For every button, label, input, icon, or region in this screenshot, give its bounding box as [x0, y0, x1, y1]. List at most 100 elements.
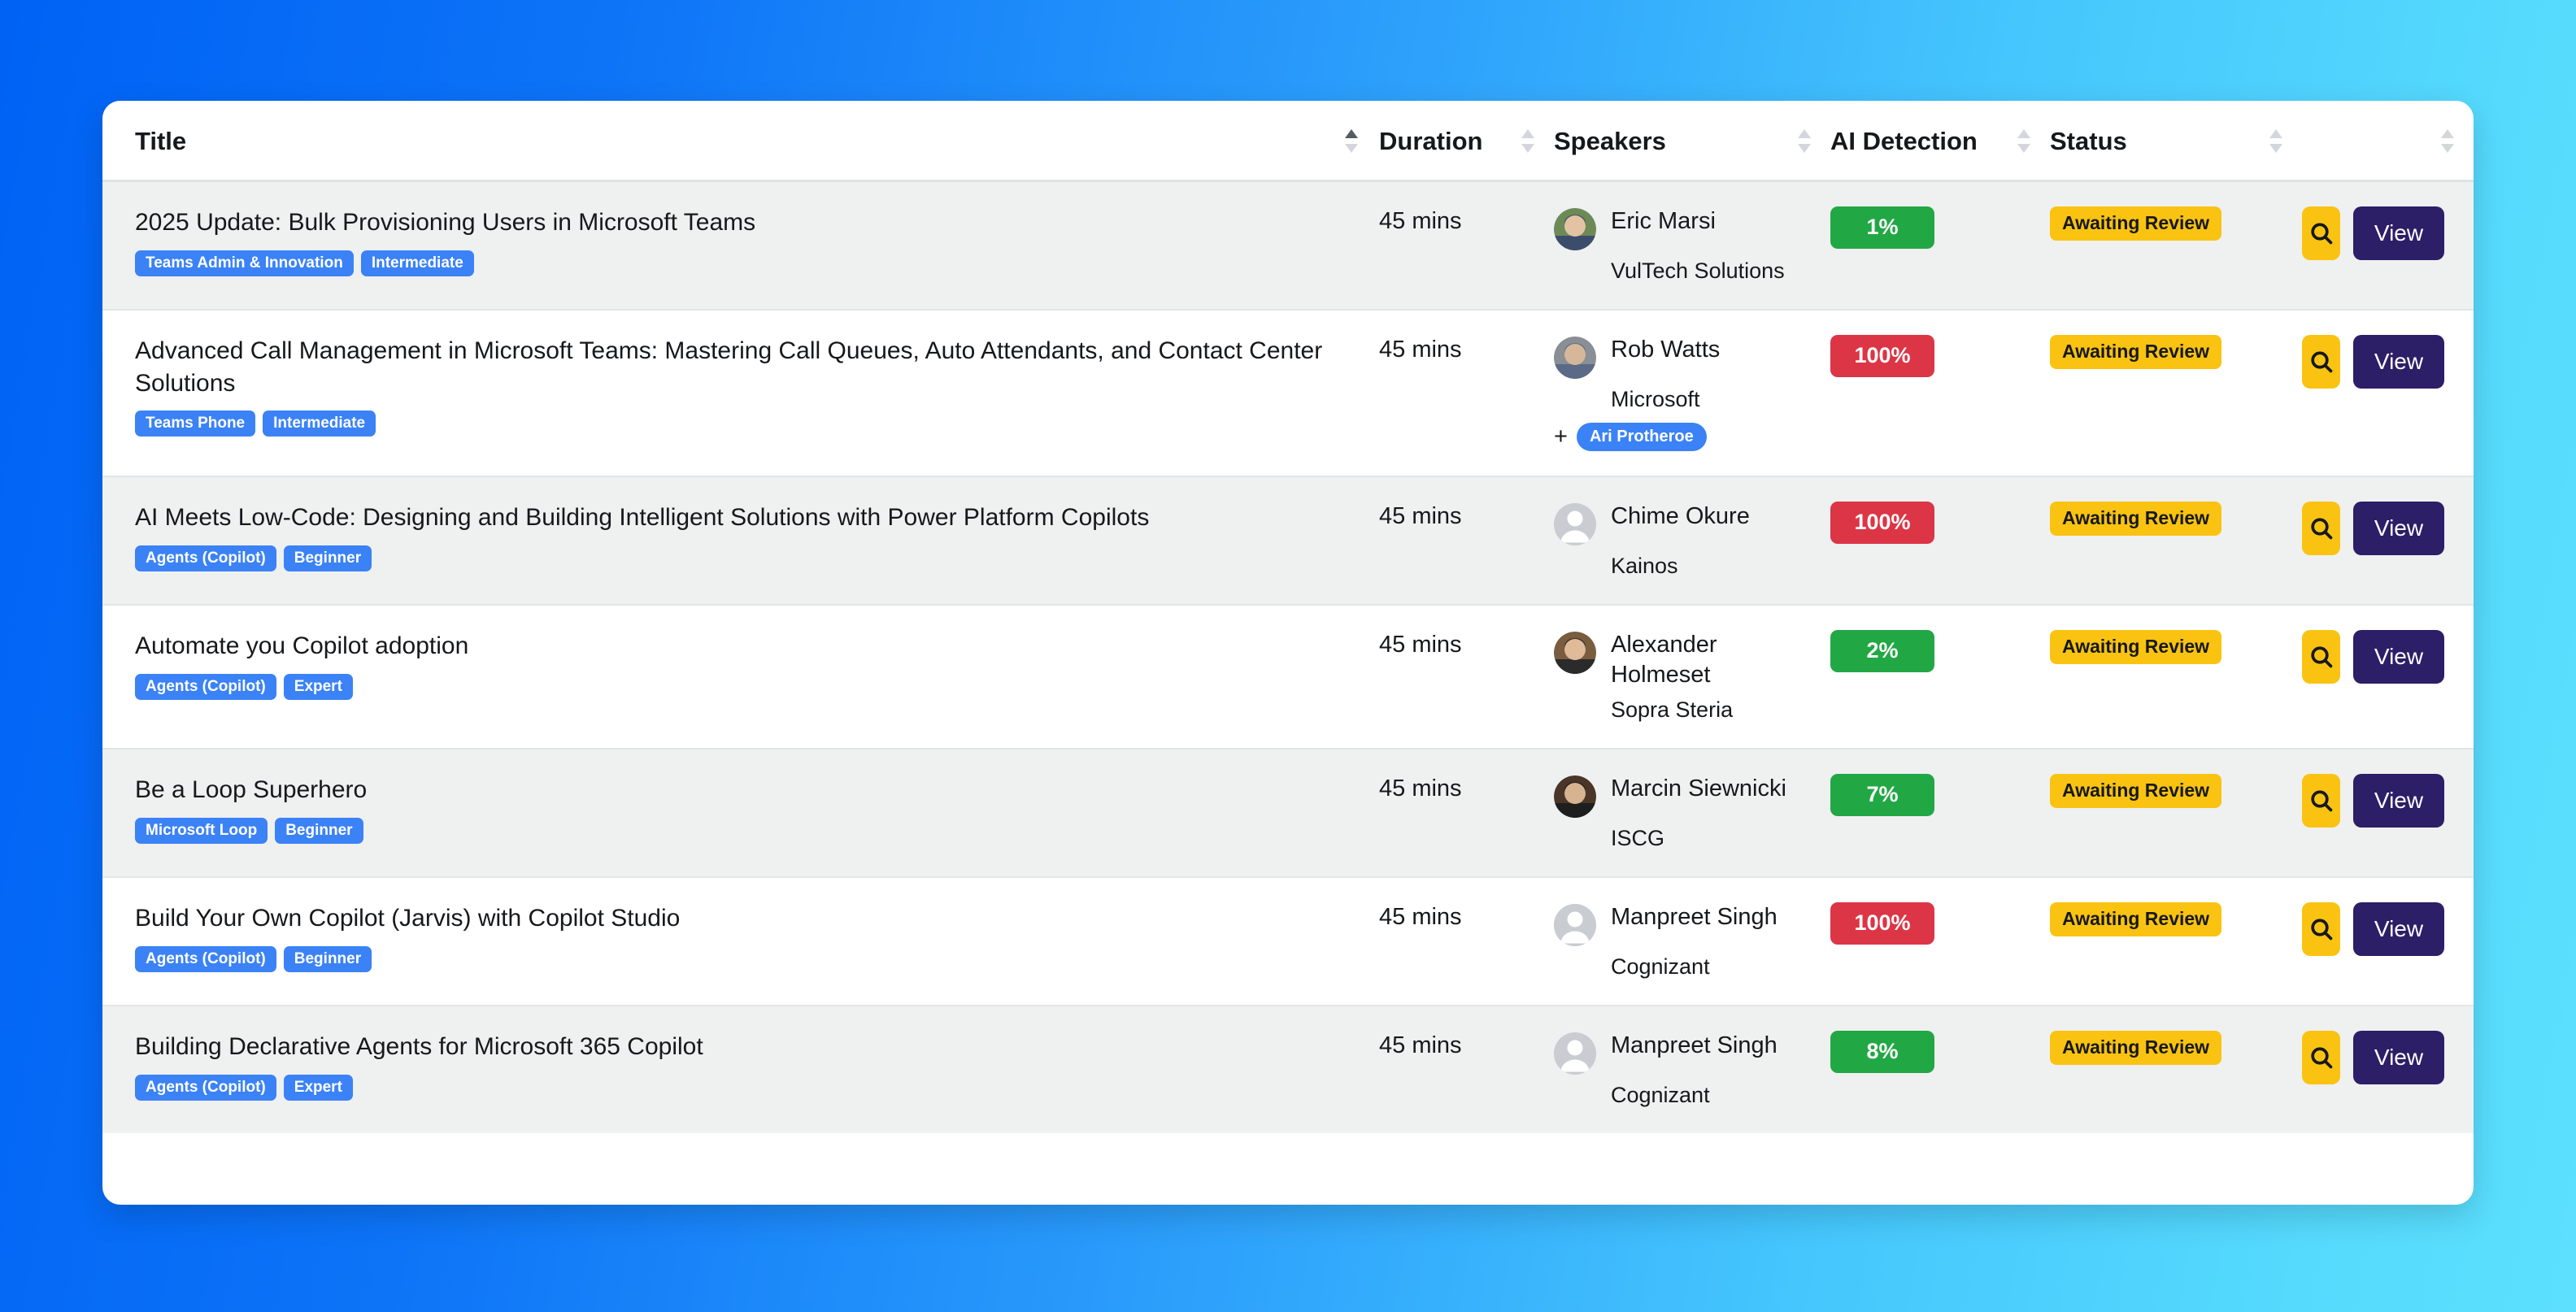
avatar — [1554, 1032, 1596, 1075]
column-header-status[interactable]: Status — [2050, 101, 2302, 182]
view-button[interactable]: View — [2353, 1031, 2444, 1085]
cell-status: Awaiting Review — [2050, 1006, 2302, 1133]
speaker-identity: Alexander Holmeset — [1554, 630, 1822, 689]
speaker-organization: Cognizant — [1611, 954, 1710, 980]
search-icon — [2310, 518, 2332, 540]
avatar — [1554, 503, 1596, 546]
cell-status: Awaiting Review — [2050, 877, 2302, 1007]
tag-list: Agents (Copilot) Expert — [135, 673, 1347, 700]
action-buttons: View — [2302, 630, 2474, 684]
additional-speaker-pill[interactable]: Ari Protheroe — [1576, 423, 1707, 452]
speaker-name: Marcin Siewnicki — [1611, 775, 1786, 802]
sort-indicator-actions[interactable] — [2441, 129, 2454, 153]
avatar — [1554, 632, 1596, 675]
table-row: Advanced Call Management in Microsoft Te… — [102, 310, 2474, 478]
sort-asc-icon — [1521, 129, 1534, 138]
view-button[interactable]: View — [2353, 502, 2444, 556]
tag-badge: Teams Phone — [135, 411, 256, 437]
table-row: 2025 Update: Bulk Provisioning Users in … — [102, 180, 2474, 311]
cell-speakers: Rob Watts Microsoft + Ari Protheroe — [1554, 310, 1830, 478]
ai-detection-badge: 7% — [1830, 774, 1934, 817]
avatar-placeholder-icon — [1554, 904, 1596, 947]
action-buttons: View — [2302, 1031, 2474, 1085]
cell-title: AI Meets Low-Code: Designing and Buildin… — [102, 476, 1379, 606]
speaker-identity: Marcin Siewnicki — [1554, 774, 1822, 819]
tag-badge: Agents (Copilot) — [135, 673, 276, 700]
speaker-organization: Microsoft — [1611, 387, 1700, 412]
cell-actions: View — [2302, 310, 2474, 478]
column-header-actions[interactable] — [2302, 101, 2474, 182]
sort-indicator-status[interactable] — [2269, 129, 2282, 153]
cell-duration: 45 mins — [1379, 877, 1554, 1007]
table-body: 2025 Update: Bulk Provisioning Users in … — [102, 180, 2474, 1134]
session-title: Build Your Own Copilot (Jarvis) with Cop… — [135, 905, 681, 932]
action-buttons: View — [2302, 502, 2474, 556]
table-header: Title Duration Speakers AI Detection Sta… — [102, 101, 2474, 182]
sort-indicator-speakers[interactable] — [1798, 129, 1811, 153]
sort-indicator-title[interactable] — [1345, 129, 1358, 153]
cell-speakers: Chime Okure Kainos — [1554, 476, 1830, 606]
tag-list: Teams Phone Intermediate — [135, 411, 1347, 437]
speaker-organization: Kainos — [1611, 554, 1678, 579]
speaker-organization: ISCG — [1611, 826, 1665, 851]
status-badge: Awaiting Review — [2050, 206, 2222, 241]
column-header-speakers-label: Speakers — [1554, 127, 1666, 155]
table-header-row: Title Duration Speakers AI Detection Sta… — [102, 101, 2474, 182]
column-header-title[interactable]: Title — [102, 101, 1379, 182]
column-header-speakers[interactable]: Speakers — [1554, 101, 1830, 182]
ai-detection-badge: 100% — [1830, 902, 1934, 945]
view-button[interactable]: View — [2353, 335, 2444, 389]
view-button[interactable]: View — [2353, 206, 2444, 260]
cell-actions: View — [2302, 749, 2474, 879]
column-header-title-label: Title — [135, 127, 187, 155]
view-button[interactable]: View — [2353, 630, 2444, 684]
search-button[interactable] — [2302, 1031, 2340, 1085]
view-button[interactable]: View — [2353, 902, 2444, 957]
cell-actions: View — [2302, 877, 2474, 1007]
column-header-duration[interactable]: Duration — [1379, 101, 1554, 182]
sort-asc-icon — [2269, 129, 2282, 138]
tag-list: Teams Admin & Innovation Intermediate — [135, 250, 1347, 276]
view-button[interactable]: View — [2353, 774, 2444, 828]
table-row: Automate you Copilot adoption Agents (Cop… — [102, 605, 2474, 750]
speaker-name: Rob Watts — [1611, 337, 1721, 363]
cell-duration: 45 mins — [1379, 476, 1554, 606]
speaker-block: Manpreet Singh Cognizant — [1554, 1031, 1830, 1109]
cell-speakers: Eric Marsi VulTech Solutions — [1554, 180, 1830, 311]
speaker-name: Manpreet Singh — [1611, 1032, 1778, 1059]
action-buttons: View — [2302, 774, 2474, 828]
sort-desc-icon — [1521, 144, 1534, 153]
tag-badge: Agents (Copilot) — [135, 1074, 276, 1101]
sort-indicator-duration[interactable] — [1521, 129, 1534, 153]
search-icon — [2310, 1047, 2332, 1069]
duration-value: 45 mins — [1379, 1032, 1462, 1059]
tag-badge: Intermediate — [263, 411, 376, 437]
session-title: Be a Loop Superhero — [135, 776, 368, 804]
speaker-identity: Rob Watts — [1554, 335, 1822, 380]
search-button[interactable] — [2302, 630, 2340, 684]
column-header-ai-detection[interactable]: AI Detection — [1830, 101, 2050, 182]
avatar-photo — [1554, 337, 1596, 380]
sort-asc-icon — [1345, 129, 1358, 138]
cell-actions: View — [2302, 180, 2474, 311]
search-button[interactable] — [2302, 206, 2340, 260]
cell-status: Awaiting Review — [2050, 180, 2302, 311]
tag-badge: Microsoft Loop — [135, 817, 268, 844]
search-button[interactable] — [2302, 774, 2340, 828]
additional-speakers: + Ari Protheroe — [1554, 423, 1822, 452]
search-button[interactable] — [2302, 502, 2340, 556]
ai-detection-badge: 8% — [1830, 1031, 1934, 1074]
cell-duration: 45 mins — [1379, 180, 1554, 311]
action-buttons: View — [2302, 206, 2474, 260]
cell-speakers: Alexander Holmeset Sopra Steria — [1554, 605, 1830, 750]
cell-speakers: Marcin Siewnicki ISCG — [1554, 749, 1830, 879]
search-button[interactable] — [2302, 335, 2340, 389]
tag-list: Microsoft Loop Beginner — [135, 817, 1347, 844]
sessions-table-card: Title Duration Speakers AI Detection Sta… — [102, 101, 2474, 1205]
cell-ai-detection: 8% — [1830, 1006, 2050, 1133]
search-button[interactable] — [2302, 902, 2340, 957]
speaker-block: Marcin Siewnicki ISCG — [1554, 774, 1830, 852]
speaker-organization: Cognizant — [1611, 1083, 1710, 1108]
sessions-table: Title Duration Speakers AI Detection Sta… — [102, 101, 2474, 1134]
sort-indicator-ai-detection[interactable] — [2017, 129, 2030, 153]
